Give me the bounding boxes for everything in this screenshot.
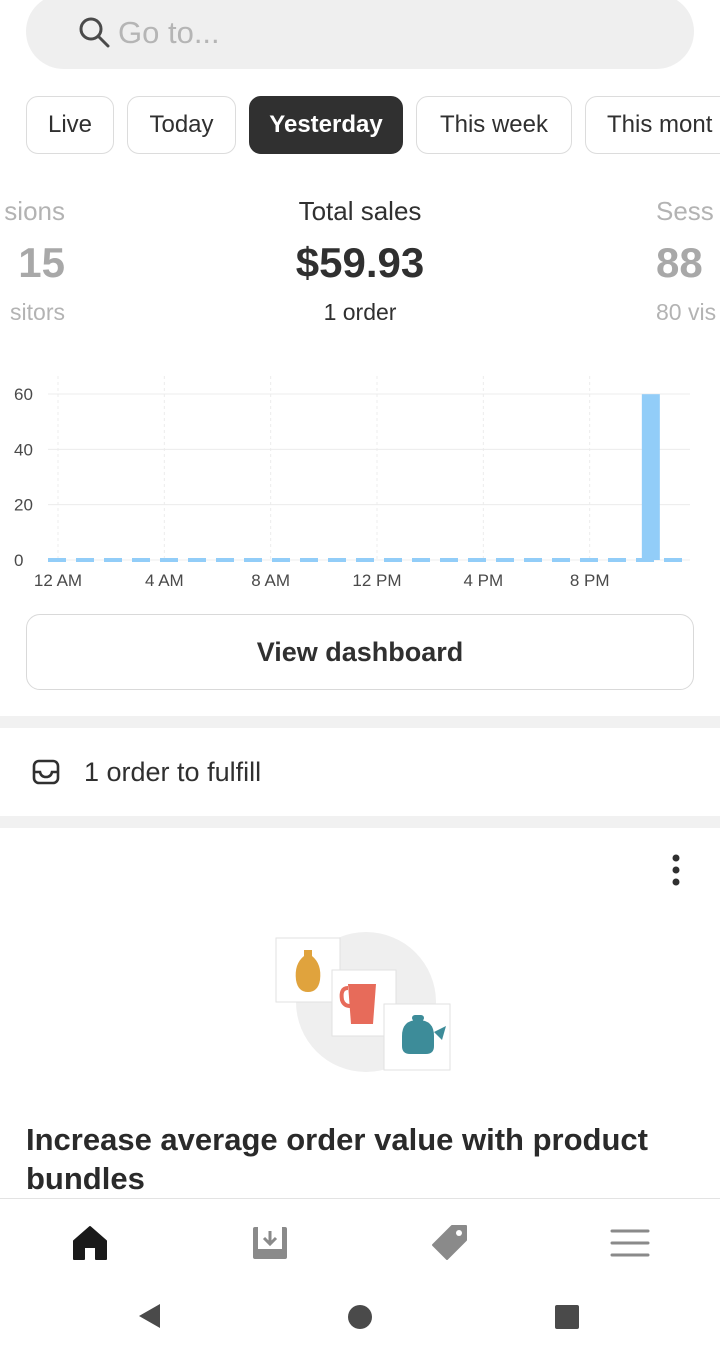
section-divider: [0, 816, 720, 828]
x-tick-label: 8 AM: [251, 571, 290, 590]
metric-value: 15: [18, 239, 65, 286]
menu-icon[interactable]: [610, 1223, 650, 1263]
view-dashboard-button[interactable]: View dashboard: [26, 614, 694, 690]
back-icon[interactable]: [136, 1302, 164, 1330]
products-tag-icon[interactable]: [430, 1223, 470, 1263]
recents-square-icon[interactable]: [554, 1304, 580, 1330]
metric-value: $59.93: [295, 239, 425, 286]
metric-sub: sitors: [10, 299, 65, 325]
tab-this-month[interactable]: This mont: [585, 96, 720, 154]
more-options-icon[interactable]: [662, 852, 690, 892]
home-icon[interactable]: [70, 1223, 110, 1263]
date-range-tabs: Live Today Yesterday This week This mont: [26, 96, 720, 156]
section-divider: [0, 716, 720, 728]
metric-label: Sess: [656, 196, 714, 226]
metric-total-sales[interactable]: Total sales $59.93 1 order: [250, 196, 470, 326]
bottom-navigation: [0, 1198, 720, 1289]
tab-today[interactable]: Today: [127, 96, 236, 154]
card-title: Increase average order value with produc…: [26, 1122, 648, 1196]
sales-chart[interactable]: 60 40 20 0 12 AM 4 AM 8 AM 12 PM 4 PM 8 PM: [0, 370, 720, 595]
x-tick-label: 4 PM: [463, 571, 503, 590]
metric-sessions-left[interactable]: sions 15 sitors: [4, 196, 65, 326]
metric-value: 88: [656, 239, 703, 286]
tab-this-week[interactable]: This week: [416, 96, 572, 154]
metric-sessions-right[interactable]: Sess 88 80 vis: [656, 196, 716, 326]
orders-icon[interactable]: [250, 1223, 290, 1263]
search-input[interactable]: [116, 10, 640, 56]
system-navigation-bar: [0, 1288, 720, 1356]
chart-bar: [641, 394, 660, 560]
x-tick-label: 8 PM: [570, 571, 610, 590]
y-tick-label: 0: [14, 551, 23, 570]
tab-live[interactable]: Live: [26, 96, 114, 154]
y-tick-label: 20: [14, 496, 33, 515]
search-icon: [79, 17, 110, 48]
x-tick-label: 12 AM: [34, 571, 82, 590]
home-circle-icon[interactable]: [347, 1304, 373, 1330]
x-tick-label: 12 PM: [352, 571, 401, 590]
metric-label: sions: [4, 196, 65, 226]
fulfill-text: 1 order to fulfill: [84, 756, 262, 787]
inbox-tray-icon: [32, 759, 60, 785]
metric-label: Total sales: [298, 196, 422, 226]
x-tick-label: 4 AM: [145, 571, 184, 590]
y-tick-label: 60: [14, 385, 33, 404]
y-tick-label: 40: [14, 440, 33, 459]
metric-sub: 80 vis: [656, 299, 717, 325]
orders-to-fulfill-row[interactable]: 1 order to fulfill: [0, 728, 720, 816]
search-bar[interactable]: [26, 0, 694, 69]
metric-sub: 1 order: [323, 299, 397, 325]
tab-yesterday[interactable]: Yesterday: [249, 96, 403, 154]
product-bundle-illustration: [275, 932, 451, 1072]
